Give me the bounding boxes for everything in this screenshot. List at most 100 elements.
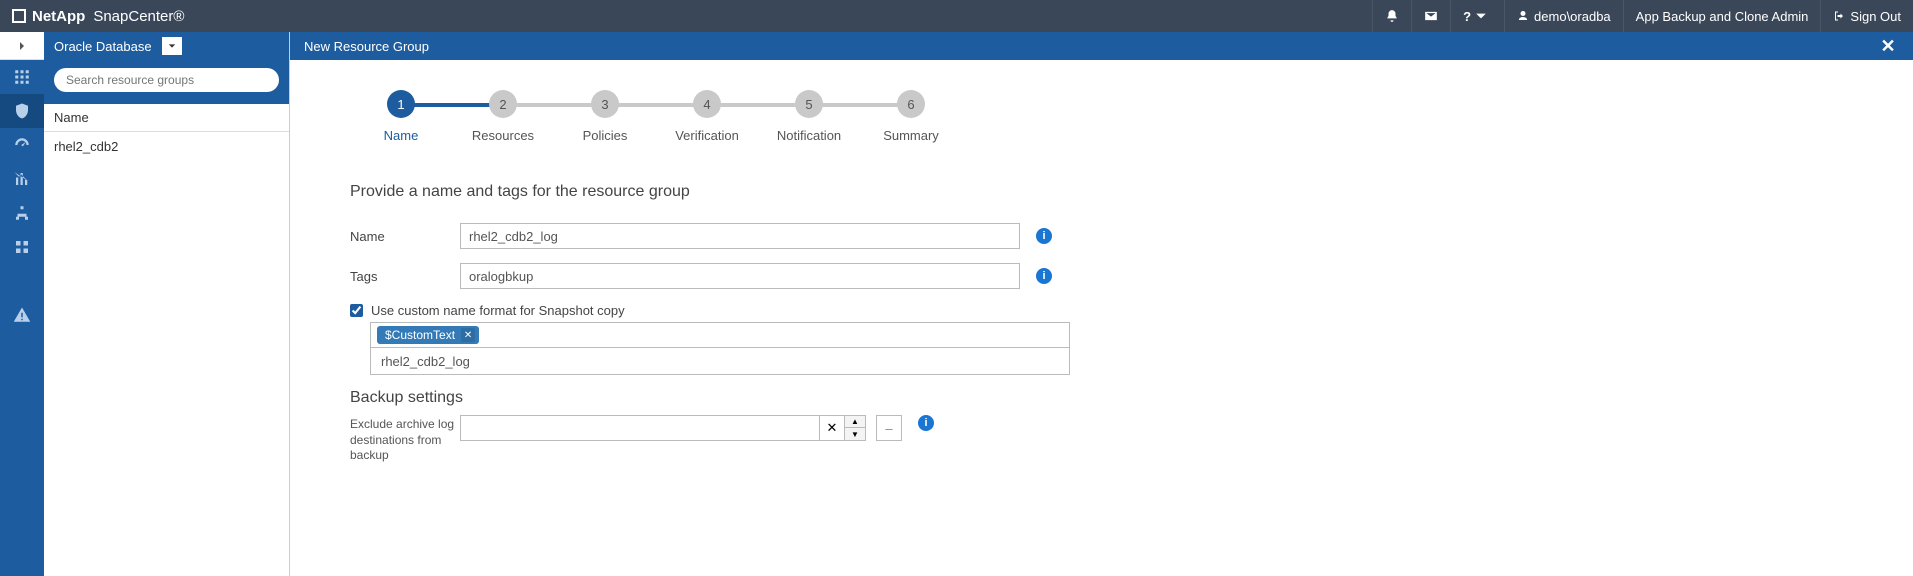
resource-context: Oracle Database xyxy=(44,32,289,60)
tag-text: $CustomText xyxy=(385,328,455,342)
custom-format-input[interactable] xyxy=(370,347,1070,375)
hierarchy-icon xyxy=(13,204,31,222)
backup-settings-heading: Backup settings xyxy=(350,389,1250,407)
help-icon: ? xyxy=(1463,9,1471,24)
tags-info-icon[interactable]: i xyxy=(1036,268,1052,284)
name-input[interactable] xyxy=(460,223,1020,249)
user-icon xyxy=(1517,10,1529,22)
main-area: New Resource Group ✕ 1 Name 2 Resources … xyxy=(290,32,1913,576)
close-button[interactable]: ✕ xyxy=(1877,35,1899,57)
notifications-button[interactable] xyxy=(1372,0,1411,32)
user-label: demo\oradba xyxy=(1534,9,1611,24)
caret-down-icon xyxy=(168,42,176,50)
exclude-stepper: ▲ ▼ xyxy=(844,415,866,441)
nav-storage[interactable] xyxy=(0,230,44,264)
step-number: 5 xyxy=(795,90,823,118)
resource-name: rhel2_cdb2 xyxy=(54,139,118,154)
exclude-clear-button[interactable]: ✕ xyxy=(819,415,845,441)
nav-dashboard[interactable] xyxy=(0,60,44,94)
column-name: Name xyxy=(54,110,89,125)
x-icon: ✕ xyxy=(827,420,838,436)
custom-format-checkbox[interactable] xyxy=(350,304,363,317)
wizard-step-policies[interactable]: 3 Policies xyxy=(554,90,656,143)
step-number: 2 xyxy=(489,90,517,118)
step-label: Policies xyxy=(583,128,628,143)
sliders-icon xyxy=(13,272,31,290)
envelope-icon xyxy=(1424,9,1438,23)
wizard-steps: 1 Name 2 Resources 3 Policies 4 Verifica… xyxy=(350,90,1913,143)
custom-format-tag: $CustomText ✕ xyxy=(377,326,479,344)
step-number: 6 xyxy=(897,90,925,118)
wizard-step-summary[interactable]: 6 Summary xyxy=(860,90,962,143)
chart-icon xyxy=(13,170,31,188)
name-label: Name xyxy=(350,229,460,244)
rail-collapse-button[interactable] xyxy=(0,32,44,60)
messages-button[interactable] xyxy=(1411,0,1450,32)
step-label: Notification xyxy=(777,128,841,143)
nav-rail xyxy=(0,32,44,576)
close-icon: ✕ xyxy=(1880,36,1895,57)
user-menu[interactable]: demo\oradba xyxy=(1504,0,1623,32)
exclude-input[interactable] xyxy=(460,415,820,441)
exclude-info-icon[interactable]: i xyxy=(918,415,934,431)
nav-hosts[interactable] xyxy=(0,196,44,230)
search-wrap xyxy=(44,60,289,104)
alert-icon xyxy=(13,306,31,324)
step-number: 3 xyxy=(591,90,619,118)
step-label: Name xyxy=(384,128,419,143)
exclude-label: Exclude archive log destinations from ba… xyxy=(350,415,460,464)
step-label: Verification xyxy=(675,128,739,143)
wizard-step-notification[interactable]: 5 Notification xyxy=(758,90,860,143)
wizard-step-verification[interactable]: 4 Verification xyxy=(656,90,758,143)
resource-column-header: Name xyxy=(44,104,289,132)
context-label: Oracle Database xyxy=(54,39,152,54)
help-menu[interactable]: ? xyxy=(1450,0,1504,32)
step-number: 1 xyxy=(387,90,415,118)
top-header: NetApp SnapCenter® ? demo\oradba App Bac… xyxy=(0,0,1913,32)
signout-label: Sign Out xyxy=(1850,9,1901,24)
storage-icon xyxy=(13,238,31,256)
step-number: 4 xyxy=(693,90,721,118)
nav-reports[interactable] xyxy=(0,162,44,196)
nav-alerts[interactable] xyxy=(0,298,44,332)
nav-monitor[interactable] xyxy=(0,128,44,162)
bell-icon xyxy=(1385,9,1399,23)
wizard-step-resources[interactable]: 2 Resources xyxy=(452,90,554,143)
stepper-down[interactable]: ▼ xyxy=(844,428,866,441)
step-label: Summary xyxy=(883,128,939,143)
resource-row[interactable]: rhel2_cdb2 xyxy=(44,132,289,160)
main-title: New Resource Group xyxy=(304,39,429,54)
chevron-down-icon xyxy=(1475,10,1487,22)
name-info-icon[interactable]: i xyxy=(1036,228,1052,244)
custom-format-label: Use custom name format for Snapshot copy xyxy=(371,303,625,318)
shield-check-icon xyxy=(13,102,31,120)
main-header: New Resource Group ✕ xyxy=(290,32,1913,60)
gauge-icon xyxy=(13,136,31,154)
stepper-up[interactable]: ▲ xyxy=(844,415,866,428)
resource-panel: Oracle Database Name rhel2_cdb2 xyxy=(44,32,290,576)
minus-icon: – xyxy=(885,421,892,436)
exclude-remove-button[interactable]: – xyxy=(876,415,902,441)
brand: NetApp SnapCenter® xyxy=(0,8,184,25)
brand-product: SnapCenter® xyxy=(93,8,184,25)
search-input[interactable] xyxy=(54,68,279,92)
signout-button[interactable]: Sign Out xyxy=(1820,0,1913,32)
resource-group-form: Provide a name and tags for the resource… xyxy=(350,183,1250,464)
chevron-right-icon xyxy=(17,41,27,51)
tags-label: Tags xyxy=(350,269,460,284)
netapp-logo-icon xyxy=(12,9,26,23)
tags-input[interactable] xyxy=(460,263,1020,289)
role-label: App Backup and Clone Admin xyxy=(1636,9,1809,24)
custom-format-tagarea[interactable]: $CustomText ✕ xyxy=(370,322,1070,347)
tag-remove-icon[interactable]: ✕ xyxy=(461,328,475,342)
wizard-step-name[interactable]: 1 Name xyxy=(350,90,452,143)
brand-company: NetApp xyxy=(32,8,85,25)
nav-resources[interactable] xyxy=(0,94,44,128)
step-label: Resources xyxy=(472,128,534,143)
role-label-wrap[interactable]: App Backup and Clone Admin xyxy=(1623,0,1821,32)
nav-settings[interactable] xyxy=(0,264,44,298)
signout-icon xyxy=(1833,10,1845,22)
context-dropdown[interactable] xyxy=(162,37,182,55)
grid-icon xyxy=(13,68,31,86)
form-heading: Provide a name and tags for the resource… xyxy=(350,183,1250,201)
